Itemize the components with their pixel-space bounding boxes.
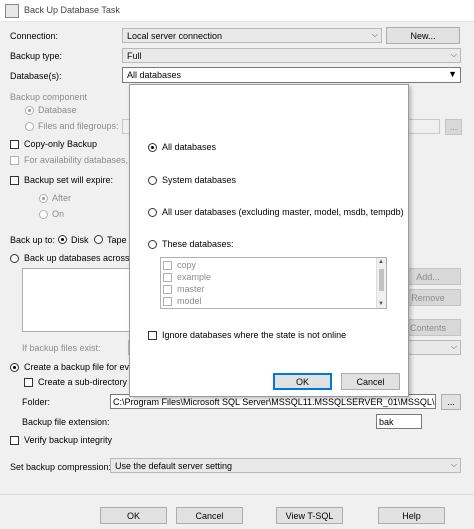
extension-input[interactable]: bak (376, 414, 422, 429)
files-radio-label: Files and filegroups: (38, 121, 119, 131)
compression-combo[interactable]: Use the default server setting ⌵ (110, 458, 461, 473)
create-backup-file-radio[interactable] (10, 363, 19, 372)
tape-label: Tape (107, 235, 127, 245)
scroll-down-icon[interactable]: ▼ (378, 301, 384, 307)
footer-divider (0, 494, 474, 495)
chevron-down-icon: ⌵ (450, 342, 457, 351)
databases-value: All databases (127, 70, 182, 80)
list-item-label: example (177, 272, 212, 282)
databases-popup: All databases System databases All user … (129, 84, 409, 397)
expire-after-radio[interactable] (39, 194, 48, 203)
expire-on-radio[interactable] (39, 210, 48, 219)
dropdown-arrow-icon: ▼ (448, 69, 457, 79)
list-item-label: copy (177, 260, 197, 270)
connection-combo[interactable]: Local server connection ⌵ (122, 28, 382, 43)
database-listbox[interactable]: copy example master model ▲ ▼ (160, 257, 387, 309)
backup-type-combo[interactable]: Full ⌵ (122, 48, 461, 63)
app-icon (5, 4, 19, 18)
filegroups-browse-button[interactable]: ... (445, 119, 462, 135)
compression-label: Set backup compression: (10, 462, 112, 472)
these-databases-label: These databases: (162, 239, 234, 249)
connection-label: Connection: (10, 31, 59, 41)
scroll-up-icon[interactable]: ▲ (378, 259, 384, 265)
backup-type-value: Full (127, 51, 142, 61)
copy-only-checkbox[interactable] (10, 140, 19, 149)
verify-checkbox[interactable] (10, 436, 19, 445)
popup-cancel-button[interactable]: Cancel (341, 373, 400, 390)
backup-type-label: Backup type: (10, 51, 63, 61)
scrollbar-thumb[interactable] (379, 269, 384, 291)
popup-ok-button[interactable]: OK (273, 373, 332, 390)
list-item-checkbox[interactable] (163, 297, 172, 306)
connection-value: Local server connection (127, 31, 223, 41)
help-button[interactable]: Help (378, 507, 445, 524)
system-databases-label: System databases (162, 175, 237, 185)
extension-label: Backup file extension: (22, 417, 110, 427)
new-connection-button[interactable]: New... (386, 27, 460, 44)
copy-only-label: Copy-only Backup (24, 139, 98, 149)
expire-checkbox[interactable] (10, 176, 19, 185)
backup-component-label: Backup component (10, 92, 88, 102)
expire-after-label: After (52, 193, 72, 203)
list-item-label: master (177, 284, 205, 294)
ignore-offline-label: Ignore databases where the state is not … (162, 330, 347, 340)
expire-on-label: On (52, 209, 65, 219)
window-title: Back Up Database Task (24, 5, 120, 15)
subdirectory-checkbox[interactable] (24, 378, 33, 387)
expire-label: Backup set will expire: (24, 175, 114, 185)
destination-list[interactable] (22, 268, 130, 332)
folder-browse-button[interactable]: ... (441, 394, 461, 410)
view-tsql-button[interactable]: View T-SQL (276, 507, 343, 524)
list-item-checkbox[interactable] (163, 261, 172, 270)
database-radio[interactable] (25, 106, 34, 115)
if-files-exist-label: If backup files exist: (22, 343, 101, 353)
database-radio-label: Database (38, 105, 77, 115)
availability-checkbox[interactable] (10, 156, 19, 165)
databases-combo[interactable]: All databases ▼ (122, 67, 461, 83)
chevron-down-icon: ⌵ (371, 30, 378, 39)
files-radio[interactable] (25, 122, 34, 131)
backup-across-radio[interactable] (10, 254, 19, 263)
folder-label: Folder: (22, 397, 51, 407)
all-databases-label: All databases (162, 142, 217, 152)
databases-label: Database(s): (10, 71, 62, 81)
list-item-checkbox[interactable] (163, 273, 172, 282)
backup-to-label: Back up to: (10, 235, 56, 245)
cancel-button[interactable]: Cancel (176, 507, 243, 524)
backup-across-label: Back up databases across on (24, 253, 143, 263)
ok-button[interactable]: OK (100, 507, 167, 524)
disk-radio[interactable] (58, 235, 67, 244)
compression-value: Use the default server setting (115, 461, 233, 471)
user-databases-radio[interactable] (148, 208, 157, 217)
user-databases-label: All user databases (excluding master, mo… (162, 207, 404, 217)
availability-label: For availability databases, ig (24, 155, 138, 165)
tape-radio[interactable] (94, 235, 103, 244)
system-databases-radio[interactable] (148, 176, 157, 185)
chevron-down-icon: ⌵ (450, 50, 457, 59)
disk-label: Disk (71, 235, 89, 245)
list-item-checkbox[interactable] (163, 285, 172, 294)
all-databases-radio[interactable] (148, 143, 157, 152)
subdirectory-label: Create a sub-directory fo (38, 377, 138, 387)
list-item-label: model (177, 296, 202, 306)
title-bar: Back Up Database Task (0, 0, 474, 22)
create-backup-file-label: Create a backup file for every (24, 362, 142, 372)
ignore-offline-checkbox[interactable] (148, 331, 157, 340)
verify-label: Verify backup integrity (24, 435, 113, 445)
listbox-scrollbar[interactable]: ▲ ▼ (376, 258, 386, 308)
chevron-down-icon: ⌵ (450, 460, 457, 469)
these-databases-radio[interactable] (148, 240, 157, 249)
